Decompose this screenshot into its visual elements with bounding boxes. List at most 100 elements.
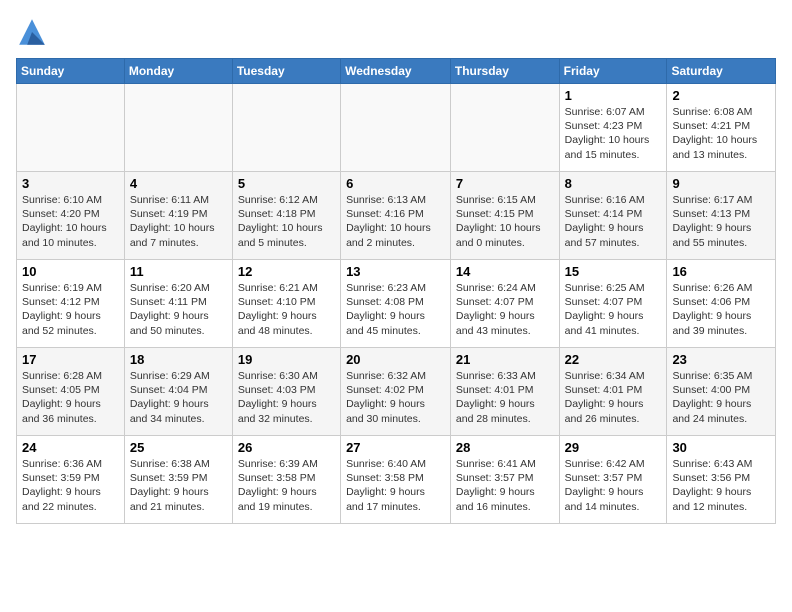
day-info: Sunrise: 6:15 AM Sunset: 4:15 PM Dayligh… <box>456 193 554 250</box>
calendar-cell <box>232 84 340 172</box>
day-info: Sunrise: 6:40 AM Sunset: 3:58 PM Dayligh… <box>346 457 445 514</box>
day-info: Sunrise: 6:38 AM Sunset: 3:59 PM Dayligh… <box>130 457 227 514</box>
day-number: 14 <box>456 264 554 279</box>
calendar-cell <box>450 84 559 172</box>
calendar-cell: 26 Sunrise: 6:39 AM Sunset: 3:58 PM Dayli… <box>232 436 340 524</box>
day-info: Sunrise: 6:30 AM Sunset: 4:03 PM Dayligh… <box>238 369 335 426</box>
calendar-cell: 4Sunrise: 6:11 AM Sunset: 4:19 PM Daylig… <box>124 172 232 260</box>
day-info: Sunrise: 6:08 AM Sunset: 4:21 PM Dayligh… <box>672 105 770 162</box>
calendar-cell: 5Sunrise: 6:12 AM Sunset: 4:18 PM Daylig… <box>232 172 340 260</box>
calendar-cell: 21 Sunrise: 6:33 AM Sunset: 4:01 PM Dayli… <box>450 348 559 436</box>
day-number: 23 <box>672 352 770 367</box>
day-info: Sunrise: 6:07 AM Sunset: 4:23 PM Dayligh… <box>565 105 662 162</box>
calendar-cell: 16 Sunrise: 6:26 AM Sunset: 4:06 PM Dayli… <box>667 260 776 348</box>
day-number: 10 <box>22 264 119 279</box>
weekday-header-thursday: Thursday <box>450 59 559 84</box>
day-number: 18 <box>130 352 227 367</box>
day-info: Sunrise: 6:41 AM Sunset: 3:57 PM Dayligh… <box>456 457 554 514</box>
calendar-header: SundayMondayTuesdayWednesdayThursdayFrid… <box>17 59 776 84</box>
calendar-cell: 14 Sunrise: 6:24 AM Sunset: 4:07 PM Dayli… <box>450 260 559 348</box>
day-info: Sunrise: 6:28 AM Sunset: 4:05 PM Dayligh… <box>22 369 119 426</box>
weekday-row: SundayMondayTuesdayWednesdayThursdayFrid… <box>17 59 776 84</box>
day-number: 16 <box>672 264 770 279</box>
weekday-header-saturday: Saturday <box>667 59 776 84</box>
calendar-cell <box>341 84 451 172</box>
day-number: 4 <box>130 176 227 191</box>
day-number: 1 <box>565 88 662 103</box>
day-info: Sunrise: 6:26 AM Sunset: 4:06 PM Dayligh… <box>672 281 770 338</box>
calendar-cell: 7 Sunrise: 6:15 AM Sunset: 4:15 PM Daylig… <box>450 172 559 260</box>
day-info: Sunrise: 6:43 AM Sunset: 3:56 PM Dayligh… <box>672 457 770 514</box>
calendar-cell: 3Sunrise: 6:10 AM Sunset: 4:20 PM Daylig… <box>17 172 125 260</box>
day-number: 6 <box>346 176 445 191</box>
calendar-cell: 2 Sunrise: 6:08 AM Sunset: 4:21 PM Daylig… <box>667 84 776 172</box>
calendar-week-0: 1 Sunrise: 6:07 AM Sunset: 4:23 PM Daylig… <box>17 84 776 172</box>
day-info: Sunrise: 6:12 AM Sunset: 4:18 PM Dayligh… <box>238 193 335 250</box>
day-number: 26 <box>238 440 335 455</box>
calendar-cell: 24 Sunrise: 6:36 AM Sunset: 3:59 PM Dayli… <box>17 436 125 524</box>
day-info: Sunrise: 6:23 AM Sunset: 4:08 PM Dayligh… <box>346 281 445 338</box>
day-number: 17 <box>22 352 119 367</box>
calendar-cell: 19 Sunrise: 6:30 AM Sunset: 4:03 PM Dayli… <box>232 348 340 436</box>
calendar-cell: 12 Sunrise: 6:21 AM Sunset: 4:10 PM Dayli… <box>232 260 340 348</box>
logo <box>16 16 52 48</box>
logo-icon <box>16 16 48 48</box>
calendar-cell: 30 Sunrise: 6:43 AM Sunset: 3:56 PM Dayli… <box>667 436 776 524</box>
day-number: 27 <box>346 440 445 455</box>
calendar-cell: 1 Sunrise: 6:07 AM Sunset: 4:23 PM Daylig… <box>559 84 667 172</box>
calendar-week-4: 24 Sunrise: 6:36 AM Sunset: 3:59 PM Dayli… <box>17 436 776 524</box>
calendar-cell: 17 Sunrise: 6:28 AM Sunset: 4:05 PM Dayli… <box>17 348 125 436</box>
day-info: Sunrise: 6:36 AM Sunset: 3:59 PM Dayligh… <box>22 457 119 514</box>
weekday-header-friday: Friday <box>559 59 667 84</box>
calendar-cell: 10Sunrise: 6:19 AM Sunset: 4:12 PM Dayli… <box>17 260 125 348</box>
calendar-cell: 8Sunrise: 6:16 AM Sunset: 4:14 PM Daylig… <box>559 172 667 260</box>
weekday-header-sunday: Sunday <box>17 59 125 84</box>
day-info: Sunrise: 6:35 AM Sunset: 4:00 PM Dayligh… <box>672 369 770 426</box>
day-info: Sunrise: 6:39 AM Sunset: 3:58 PM Dayligh… <box>238 457 335 514</box>
calendar-cell: 29Sunrise: 6:42 AM Sunset: 3:57 PM Dayli… <box>559 436 667 524</box>
calendar-cell: 28 Sunrise: 6:41 AM Sunset: 3:57 PM Dayli… <box>450 436 559 524</box>
day-info: Sunrise: 6:17 AM Sunset: 4:13 PM Dayligh… <box>672 193 770 250</box>
day-number: 7 <box>456 176 554 191</box>
day-number: 19 <box>238 352 335 367</box>
calendar-cell <box>17 84 125 172</box>
calendar-cell: 6Sunrise: 6:13 AM Sunset: 4:16 PM Daylig… <box>341 172 451 260</box>
calendar-cell: 25 Sunrise: 6:38 AM Sunset: 3:59 PM Dayli… <box>124 436 232 524</box>
day-number: 15 <box>565 264 662 279</box>
day-info: Sunrise: 6:25 AM Sunset: 4:07 PM Dayligh… <box>565 281 662 338</box>
day-number: 30 <box>672 440 770 455</box>
day-number: 9 <box>672 176 770 191</box>
day-number: 22 <box>565 352 662 367</box>
calendar-cell: 20Sunrise: 6:32 AM Sunset: 4:02 PM Dayli… <box>341 348 451 436</box>
calendar-cell: 18 Sunrise: 6:29 AM Sunset: 4:04 PM Dayli… <box>124 348 232 436</box>
day-info: Sunrise: 6:32 AM Sunset: 4:02 PM Dayligh… <box>346 369 445 426</box>
day-info: Sunrise: 6:24 AM Sunset: 4:07 PM Dayligh… <box>456 281 554 338</box>
day-info: Sunrise: 6:33 AM Sunset: 4:01 PM Dayligh… <box>456 369 554 426</box>
day-info: Sunrise: 6:42 AM Sunset: 3:57 PM Dayligh… <box>565 457 662 514</box>
calendar-cell: 22 Sunrise: 6:34 AM Sunset: 4:01 PM Dayli… <box>559 348 667 436</box>
day-number: 2 <box>672 88 770 103</box>
day-number: 28 <box>456 440 554 455</box>
calendar-week-1: 3Sunrise: 6:10 AM Sunset: 4:20 PM Daylig… <box>17 172 776 260</box>
calendar-cell: 9 Sunrise: 6:17 AM Sunset: 4:13 PM Daylig… <box>667 172 776 260</box>
day-info: Sunrise: 6:20 AM Sunset: 4:11 PM Dayligh… <box>130 281 227 338</box>
day-number: 13 <box>346 264 445 279</box>
weekday-header-tuesday: Tuesday <box>232 59 340 84</box>
page-header <box>16 16 776 48</box>
weekday-header-wednesday: Wednesday <box>341 59 451 84</box>
calendar-cell: 13 Sunrise: 6:23 AM Sunset: 4:08 PM Dayli… <box>341 260 451 348</box>
day-info: Sunrise: 6:10 AM Sunset: 4:20 PM Dayligh… <box>22 193 119 250</box>
calendar-cell: 27 Sunrise: 6:40 AM Sunset: 3:58 PM Dayli… <box>341 436 451 524</box>
day-number: 8 <box>565 176 662 191</box>
calendar-week-3: 17 Sunrise: 6:28 AM Sunset: 4:05 PM Dayli… <box>17 348 776 436</box>
day-number: 25 <box>130 440 227 455</box>
day-info: Sunrise: 6:34 AM Sunset: 4:01 PM Dayligh… <box>565 369 662 426</box>
day-number: 21 <box>456 352 554 367</box>
day-number: 24 <box>22 440 119 455</box>
day-number: 12 <box>238 264 335 279</box>
day-info: Sunrise: 6:29 AM Sunset: 4:04 PM Dayligh… <box>130 369 227 426</box>
calendar-table: SundayMondayTuesdayWednesdayThursdayFrid… <box>16 58 776 524</box>
day-info: Sunrise: 6:21 AM Sunset: 4:10 PM Dayligh… <box>238 281 335 338</box>
calendar-cell: 23 Sunrise: 6:35 AM Sunset: 4:00 PM Dayli… <box>667 348 776 436</box>
calendar-cell: 15 Sunrise: 6:25 AM Sunset: 4:07 PM Dayli… <box>559 260 667 348</box>
